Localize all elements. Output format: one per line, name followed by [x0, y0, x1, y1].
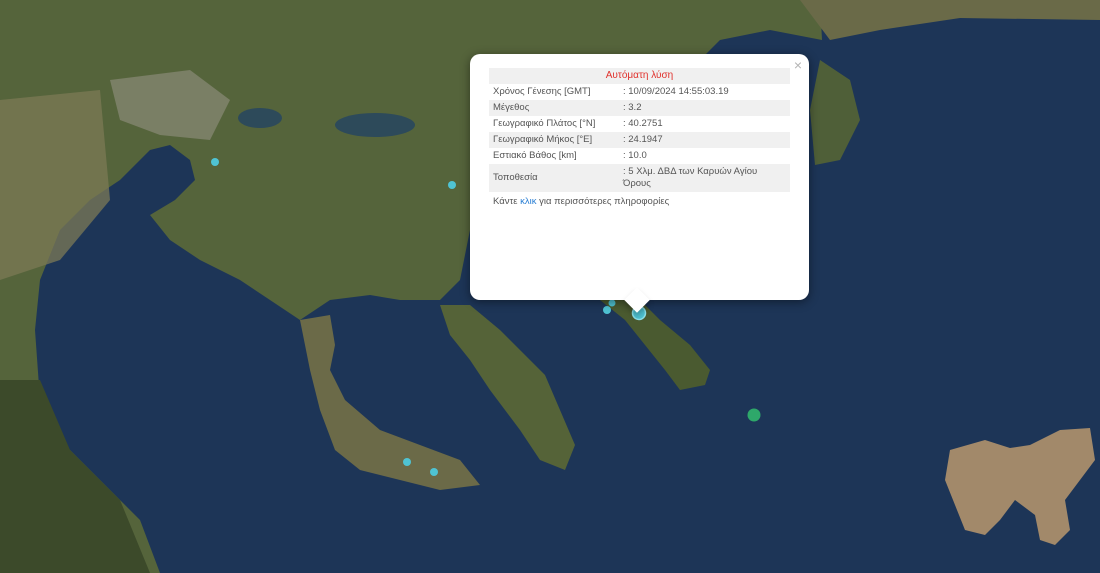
- earthquake-marker-large[interactable]: [747, 408, 761, 422]
- popup-title-row: Αυτόματη λύση: [489, 68, 790, 84]
- satellite-map[interactable]: × Αυτόματη λύση Χρόνος Γένεσης [GMT] : 1…: [0, 0, 1100, 573]
- close-icon[interactable]: ×: [794, 57, 802, 73]
- info-row-location: Τοποθεσία : 5 Χλμ. ΔΒΔ των Καρυών Αγίου …: [489, 164, 790, 192]
- info-label: Μέγεθος: [489, 100, 619, 116]
- earthquake-marker[interactable]: [430, 468, 438, 476]
- info-label: Τοποθεσία: [489, 164, 619, 192]
- popup-title: Αυτόματη λύση: [489, 68, 790, 84]
- info-row-depth: Εστιακό Βάθος [km] : 10.0: [489, 148, 790, 164]
- earthquake-marker[interactable]: [448, 181, 456, 189]
- earthquake-marker[interactable]: [608, 299, 616, 307]
- lake-koroneia: [238, 108, 282, 128]
- lake-volvi: [335, 113, 415, 137]
- more-info-text: Κάντε κλικ για περισσότερες πληροφορίες: [489, 192, 790, 211]
- info-value: : 10/09/2024 14:55:03.19: [623, 86, 729, 97]
- earthquake-marker[interactable]: [211, 158, 219, 166]
- earthquake-info-popup: × Αυτόματη λύση Χρόνος Γένεσης [GMT] : 1…: [470, 54, 809, 313]
- info-value: : 10.0: [623, 150, 647, 161]
- more-info-prefix: Κάντε: [493, 196, 521, 207]
- earthquake-marker[interactable]: [403, 458, 411, 466]
- info-value: : 3.2: [619, 100, 790, 116]
- info-label: Γεωγραφικό Μήκος [°E]: [489, 132, 619, 148]
- info-label: Χρόνος Γένεσης [GMT]: [493, 86, 591, 97]
- info-value: : 40.2751: [623, 118, 663, 129]
- info-row-origin-time: Χρόνος Γένεσης [GMT] : 10/09/2024 14:55:…: [489, 84, 790, 100]
- info-row-magnitude: Μέγεθος : 3.2: [489, 100, 790, 116]
- info-value: : 24.1947: [619, 132, 790, 148]
- more-info-suffix: για περισσότερες πληροφορίες: [536, 196, 670, 207]
- info-row-latitude: Γεωγραφικό Πλάτος [°N] : 40.2751: [489, 116, 790, 132]
- info-row-longitude: Γεωγραφικό Μήκος [°E] : 24.1947: [489, 132, 790, 148]
- earthquake-marker[interactable]: [603, 306, 611, 314]
- info-label: Εστιακό Βάθος [km]: [493, 150, 577, 161]
- info-label: Γεωγραφικό Πλάτος [°N]: [493, 118, 596, 129]
- more-info-link[interactable]: κλικ: [520, 196, 536, 207]
- earthquake-info-table: Αυτόματη λύση Χρόνος Γένεσης [GMT] : 10/…: [489, 68, 790, 192]
- info-value: : 5 Χλμ. ΔΒΔ των Καρυών Αγίου Όρους: [619, 164, 790, 192]
